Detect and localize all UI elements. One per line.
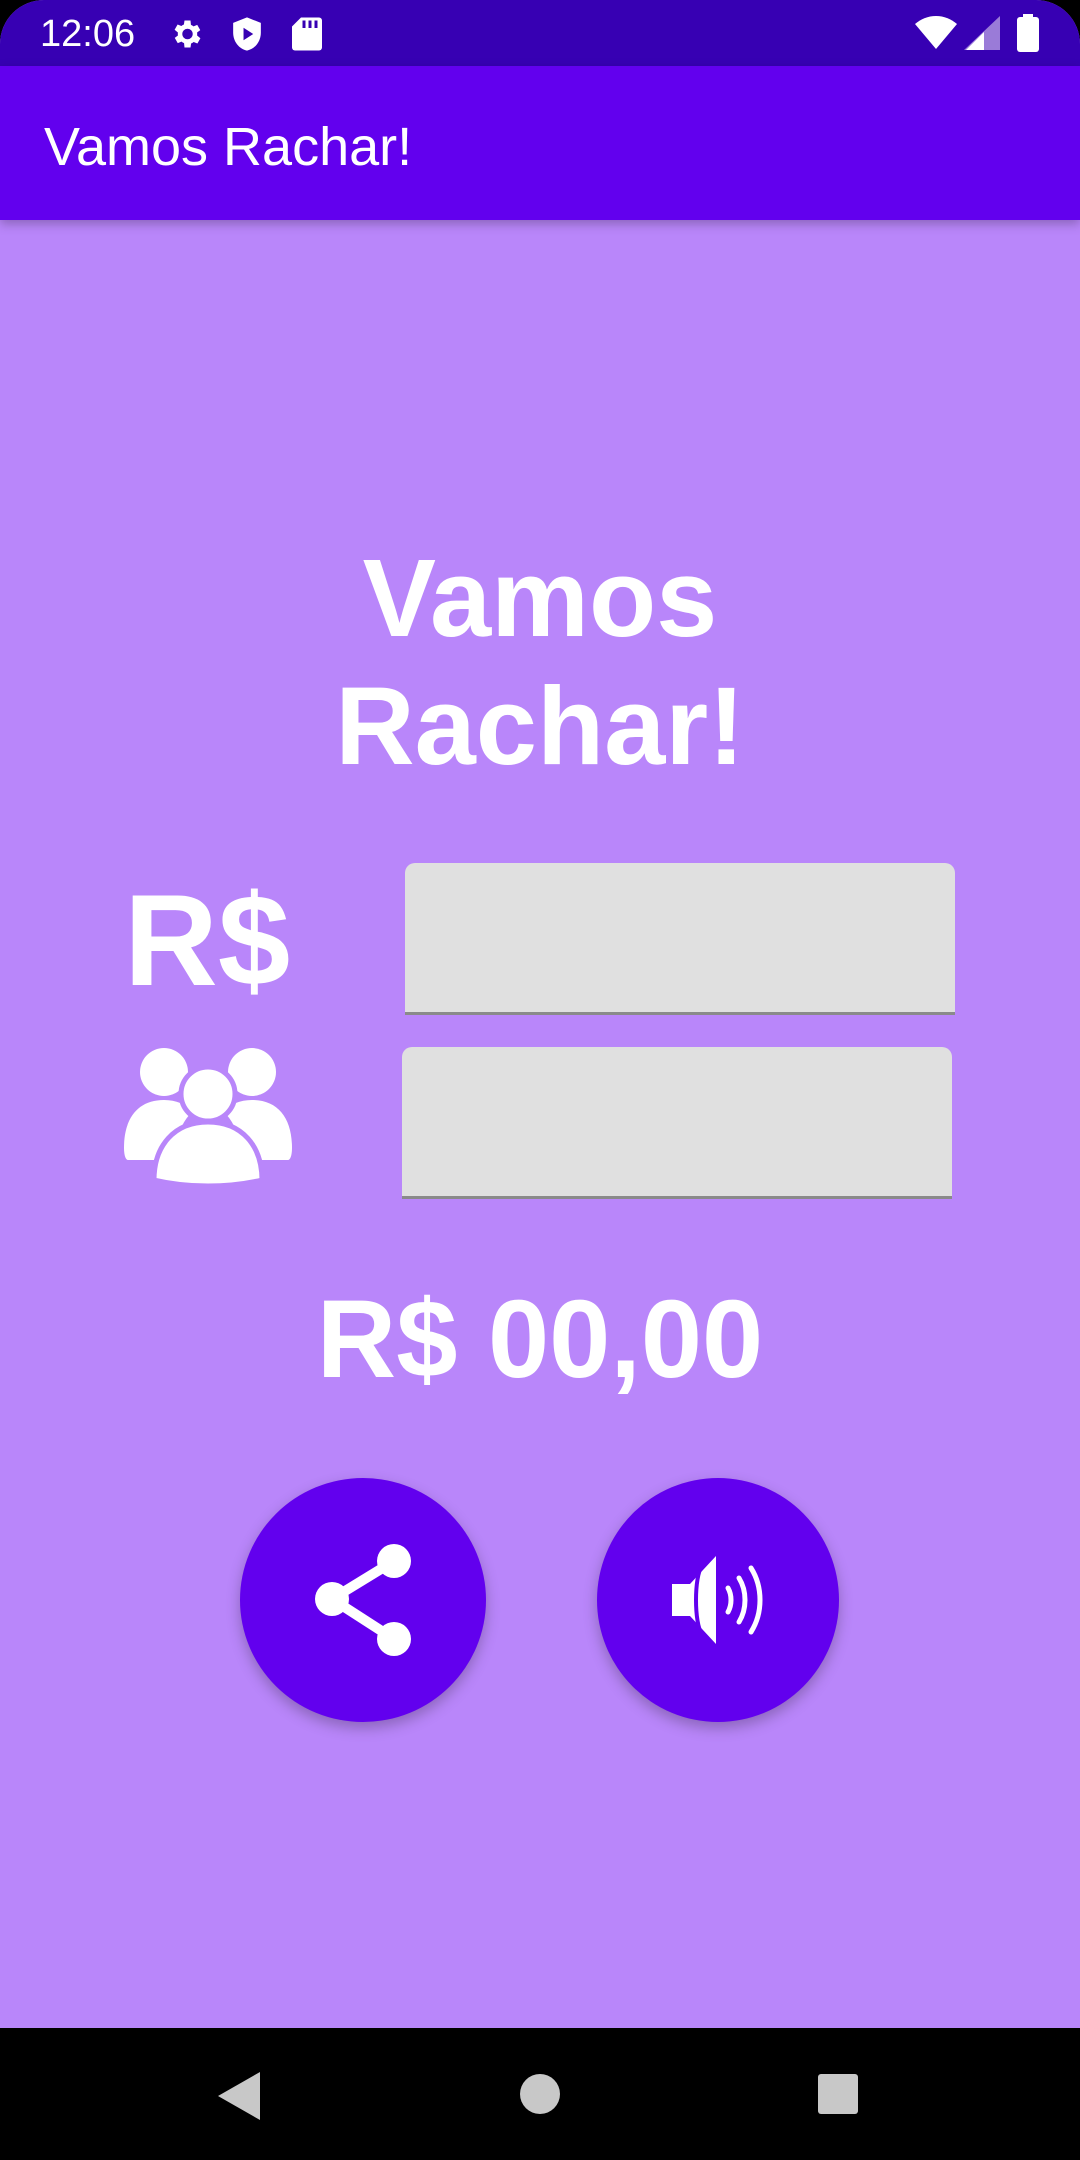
status-bar: 12:06 [0, 0, 1080, 66]
headline: Vamos Rachar! [0, 535, 1080, 791]
result-amount: R$ 00,00 [316, 1278, 764, 1401]
currency-label: R$ [124, 867, 291, 1013]
share-icon [315, 1544, 411, 1656]
app-screen: 12:06 Vamos Rachar! Vamos Rachar! R$ R$ … [0, 0, 1080, 2160]
people-count-input[interactable] [402, 1047, 952, 1199]
status-time: 12:06 [40, 13, 136, 55]
speaker-icon [672, 1556, 763, 1644]
people-group-icon [124, 1048, 292, 1186]
shield-play-icon [233, 17, 261, 51]
recents-icon[interactable] [818, 2074, 858, 2114]
cell-signal-icon [964, 16, 1000, 50]
headline-line-1: Vamos [362, 537, 718, 660]
gear-icon [174, 20, 201, 48]
sd-card-icon [292, 17, 322, 51]
wifi-icon [915, 16, 957, 49]
share-button[interactable] [240, 1478, 486, 1722]
app-bar-title: Vamos Rachar! [44, 117, 413, 177]
nav-bar [0, 2028, 1080, 2160]
back-icon[interactable] [218, 2072, 260, 2120]
amount-input[interactable] [405, 863, 955, 1015]
battery-icon [1017, 14, 1039, 52]
app-bar: Vamos Rachar! [0, 66, 1080, 220]
headline-line-2: Rachar! [335, 665, 745, 788]
home-icon[interactable] [520, 2074, 560, 2114]
speak-button[interactable] [597, 1478, 839, 1722]
